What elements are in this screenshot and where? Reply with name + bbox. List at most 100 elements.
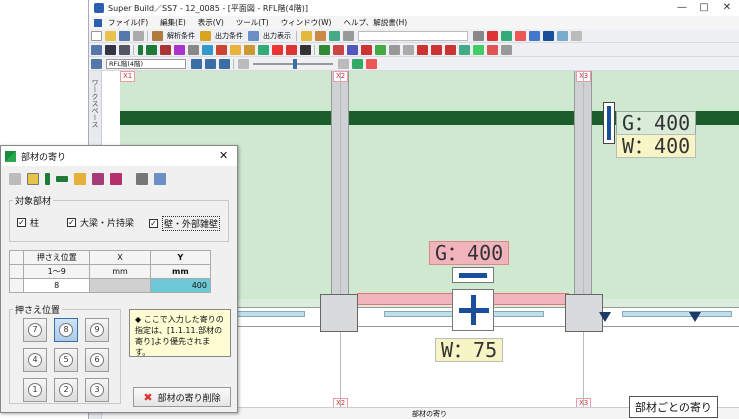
red-tool-icon[interactable] [416,44,428,55]
grid-icon[interactable] [328,30,340,41]
select-icon[interactable] [556,30,568,41]
cell-y[interactable]: 400 [149,278,212,293]
new-icon[interactable] [90,30,102,41]
position-button-8[interactable]: 8 [54,318,78,342]
table-icon[interactable] [154,173,166,185]
wall-member-icon[interactable] [92,173,104,185]
arrow-icon[interactable] [528,30,540,41]
offset-icon[interactable] [243,44,255,55]
position-button-2[interactable]: 2 [54,378,78,402]
analysis-condition-button[interactable]: 解析条件 [167,31,195,41]
cursor-icon[interactable] [332,44,344,55]
menu-tool[interactable]: ツール(T) [230,17,275,28]
measure-icon[interactable] [346,44,358,55]
settings-icon[interactable] [500,44,512,55]
output-condition-button[interactable]: 出力条件 [215,31,243,41]
window-icon[interactable] [570,30,582,41]
column-icon[interactable] [137,44,143,55]
load-icon[interactable] [215,44,227,55]
mark-icon[interactable] [360,44,372,55]
beam-icon[interactable] [145,44,157,55]
prev-icon[interactable] [218,58,230,69]
marker-icon[interactable] [285,44,297,55]
menu-window[interactable]: ウィンドウ(W) [275,17,338,28]
eraser-icon[interactable] [486,44,498,55]
checkbox-column-box[interactable]: ✓ [17,218,26,227]
cantilever-icon[interactable] [229,44,241,55]
paste-icon[interactable] [388,44,400,55]
printer-icon[interactable] [342,30,354,41]
print-icon[interactable] [132,30,144,41]
output-condition-icon[interactable] [199,30,211,41]
position-button-7[interactable]: 7 [23,318,47,342]
down-icon[interactable] [190,58,202,69]
frame-icon[interactable] [104,44,116,55]
column-x3-y1[interactable] [565,294,603,332]
fit-icon[interactable] [351,58,363,69]
cell-position[interactable]: 8 [23,278,91,293]
column-x2-y1[interactable] [320,294,358,332]
position-button-5[interactable]: 5 [54,348,78,372]
maximize-button[interactable]: □ [693,1,715,15]
zoom-in-icon[interactable] [337,58,349,69]
pen-icon[interactable] [318,44,330,55]
offset-minus-icon[interactable] [452,267,494,283]
checkbox-beam[interactable]: ✓ 大梁・片持梁 [67,216,134,229]
zoom-out-icon[interactable] [237,58,249,69]
position-button-9[interactable]: 9 [85,318,109,342]
edit-note-icon[interactable] [27,173,39,185]
undo-icon[interactable] [472,30,484,41]
dialog-close-button[interactable]: ✕ [219,149,228,162]
zoom-tool-icon[interactable] [472,44,484,55]
red-tool-3-icon[interactable] [444,44,456,55]
view-icon[interactable] [90,44,102,55]
close-button[interactable]: ✕ [716,1,738,15]
red-tool-2-icon[interactable] [430,44,442,55]
wall-icon[interactable] [159,44,171,55]
checkbox-beam-box[interactable]: ✓ [67,218,76,227]
position-button-3[interactable]: 3 [85,378,109,402]
green-tool-icon[interactable] [458,44,470,55]
position-button-6[interactable]: 6 [85,348,109,372]
slab-icon[interactable] [173,44,185,55]
analysis-condition-icon[interactable] [151,30,163,41]
menu-edit[interactable]: 編集(E) [154,17,192,28]
refresh-icon[interactable] [365,58,377,69]
list-icon[interactable] [118,44,130,55]
open-icon[interactable] [104,30,116,41]
cell-x[interactable] [89,278,151,293]
printer-icon[interactable] [136,173,148,185]
zoom-slider[interactable] [253,58,333,69]
copy-icon[interactable] [374,44,386,55]
beam-member-icon[interactable] [56,176,68,182]
delete-offset-button[interactable]: ✖ 部材の寄り削除 [133,387,231,407]
flag-icon[interactable] [271,44,283,55]
link-icon[interactable] [402,44,414,55]
folder-icon[interactable] [300,30,312,41]
menu-help[interactable]: ヘルプ、解説書(H) [337,17,413,28]
brace-icon[interactable] [187,44,199,55]
sub-wall-member-icon[interactable] [110,173,122,185]
cantilever-member-icon[interactable] [74,173,86,185]
menu-view[interactable]: 表示(V) [192,17,230,28]
checkbox-wall[interactable]: ✓ 壁・外部雑壁 [149,216,221,231]
output-display-icon[interactable] [247,30,259,41]
minimize-button[interactable]: — [671,1,693,15]
column-member-icon[interactable] [45,173,50,185]
layer-icon[interactable] [90,58,102,69]
save-icon[interactable] [118,30,130,41]
menu-file[interactable]: ファイル(F) [102,17,154,28]
output-display-button[interactable]: 出力表示 [263,31,291,41]
delete-icon[interactable] [486,30,498,41]
search-box[interactable] [358,30,468,41]
offset-plus-icon[interactable] [452,289,494,331]
table-view-icon[interactable] [299,44,311,55]
position-button-1[interactable]: 1 [23,378,47,402]
checkbox-wall-box[interactable]: ✓ [149,219,158,228]
checkbox-column[interactable]: ✓ 柱 [17,216,39,229]
stair-icon[interactable] [257,44,269,55]
plus-icon[interactable] [542,30,554,41]
edit-icon[interactable] [314,30,326,41]
position-button-4[interactable]: 4 [23,348,47,372]
table-icon[interactable] [514,30,526,41]
